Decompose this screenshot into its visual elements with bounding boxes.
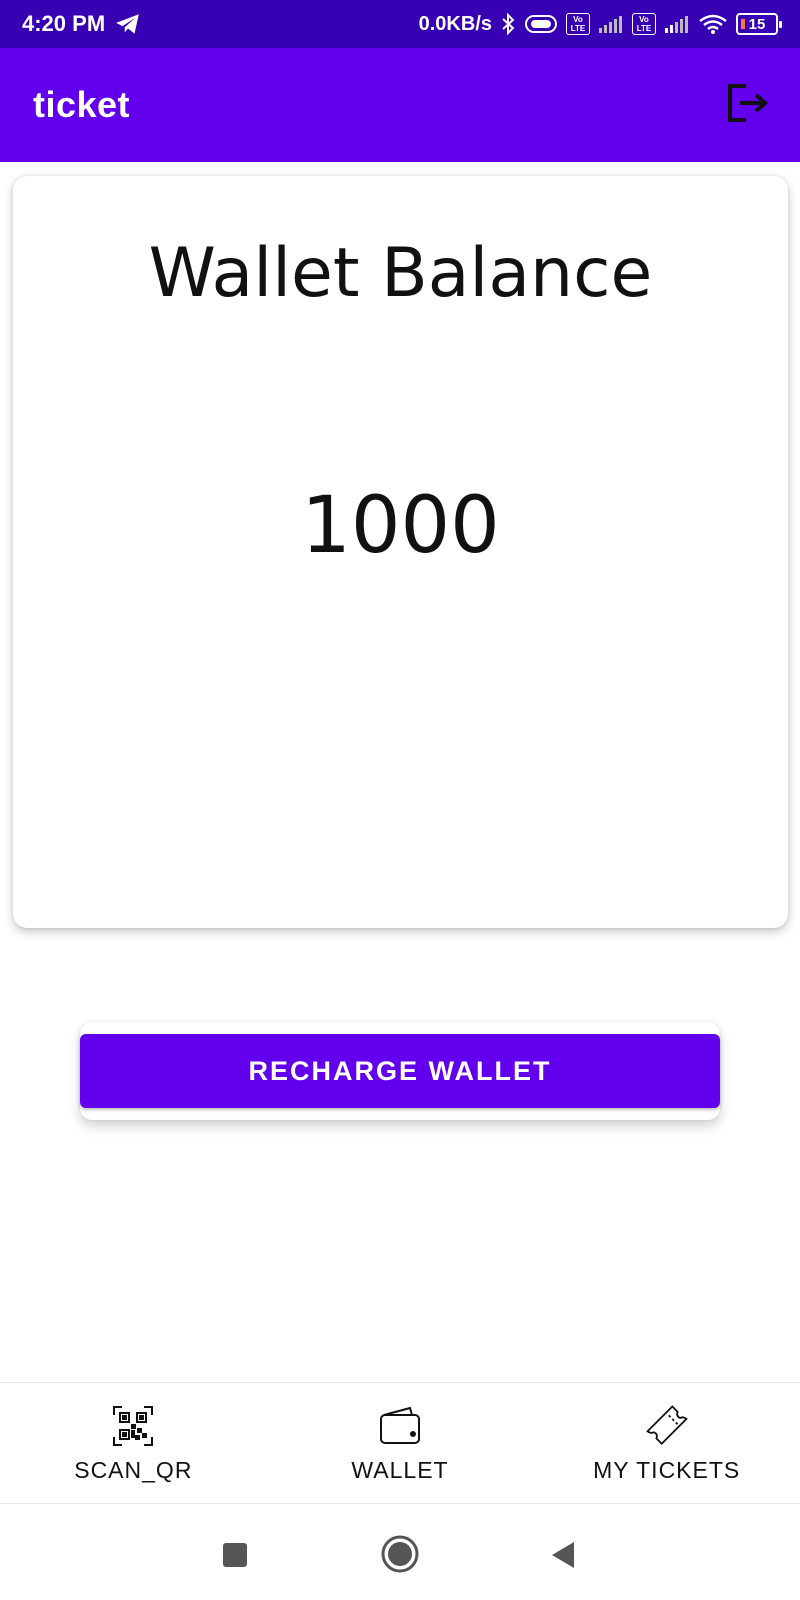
battery-icon: 15	[736, 13, 782, 35]
volte-bottom-text: LTE	[570, 24, 586, 33]
recent-apps-button[interactable]	[222, 1542, 248, 1573]
volte-icon: Vo LTE	[566, 13, 590, 35]
wallet-icon	[377, 1403, 423, 1449]
logout-button[interactable]	[724, 81, 772, 129]
wallet-balance-amount: 1000	[301, 481, 500, 571]
ticket-icon	[644, 1403, 690, 1449]
recent-apps-icon	[222, 1543, 248, 1572]
back-button[interactable]	[550, 1540, 576, 1575]
volte-icon-2: Vo LTE	[632, 13, 656, 35]
volte-bottom-text: LTE	[636, 24, 652, 33]
recharge-wallet-button[interactable]: RECHARGE WALLET	[80, 1034, 720, 1108]
status-left: 4:20 PM	[22, 11, 141, 37]
back-icon	[550, 1542, 576, 1574]
app-bar: ticket	[0, 48, 800, 162]
nav-label-wallet: WALLET	[351, 1456, 449, 1483]
status-bar: 4:20 PM 0.0KB/s Vo LTE Vo LTE 15	[0, 0, 800, 48]
network-speed: 0.0KB/s	[418, 12, 492, 35]
logout-icon	[726, 83, 770, 128]
qr-code-icon	[110, 1403, 156, 1449]
signal-icon-2	[664, 14, 690, 34]
status-time: 4:20 PM	[22, 11, 106, 36]
bluetooth-icon	[500, 12, 516, 36]
nav-item-wallet[interactable]: WALLET	[267, 1383, 534, 1503]
signal-icon	[598, 14, 624, 34]
data-saver-icon	[524, 13, 558, 35]
home-icon	[381, 1535, 419, 1577]
wallet-balance-card: Wallet Balance 1000	[13, 176, 788, 928]
nav-label-scan-qr: SCAN_QR	[74, 1456, 193, 1483]
recharge-button-container: RECHARGE WALLET	[80, 1022, 720, 1120]
wifi-icon	[698, 13, 728, 35]
battery-level: 15	[748, 15, 766, 33]
status-right: 0.0KB/s Vo LTE Vo LTE 15	[418, 12, 782, 36]
wallet-balance-title: Wallet Balance	[148, 234, 653, 313]
nav-item-scan-qr[interactable]: SCAN_QR	[0, 1383, 267, 1503]
nav-label-my-tickets: MY TICKETS	[593, 1456, 741, 1483]
volte-top-text: Vo	[573, 15, 583, 24]
nav-item-my-tickets[interactable]: MY TICKETS	[533, 1383, 800, 1503]
volte-top-text: Vo	[639, 15, 649, 24]
app-title: ticket	[33, 84, 131, 125]
telegram-icon	[115, 13, 141, 35]
home-button[interactable]	[381, 1535, 419, 1578]
bottom-navigation: SCAN_QR WALLET MY TICKETS	[0, 1382, 800, 1504]
